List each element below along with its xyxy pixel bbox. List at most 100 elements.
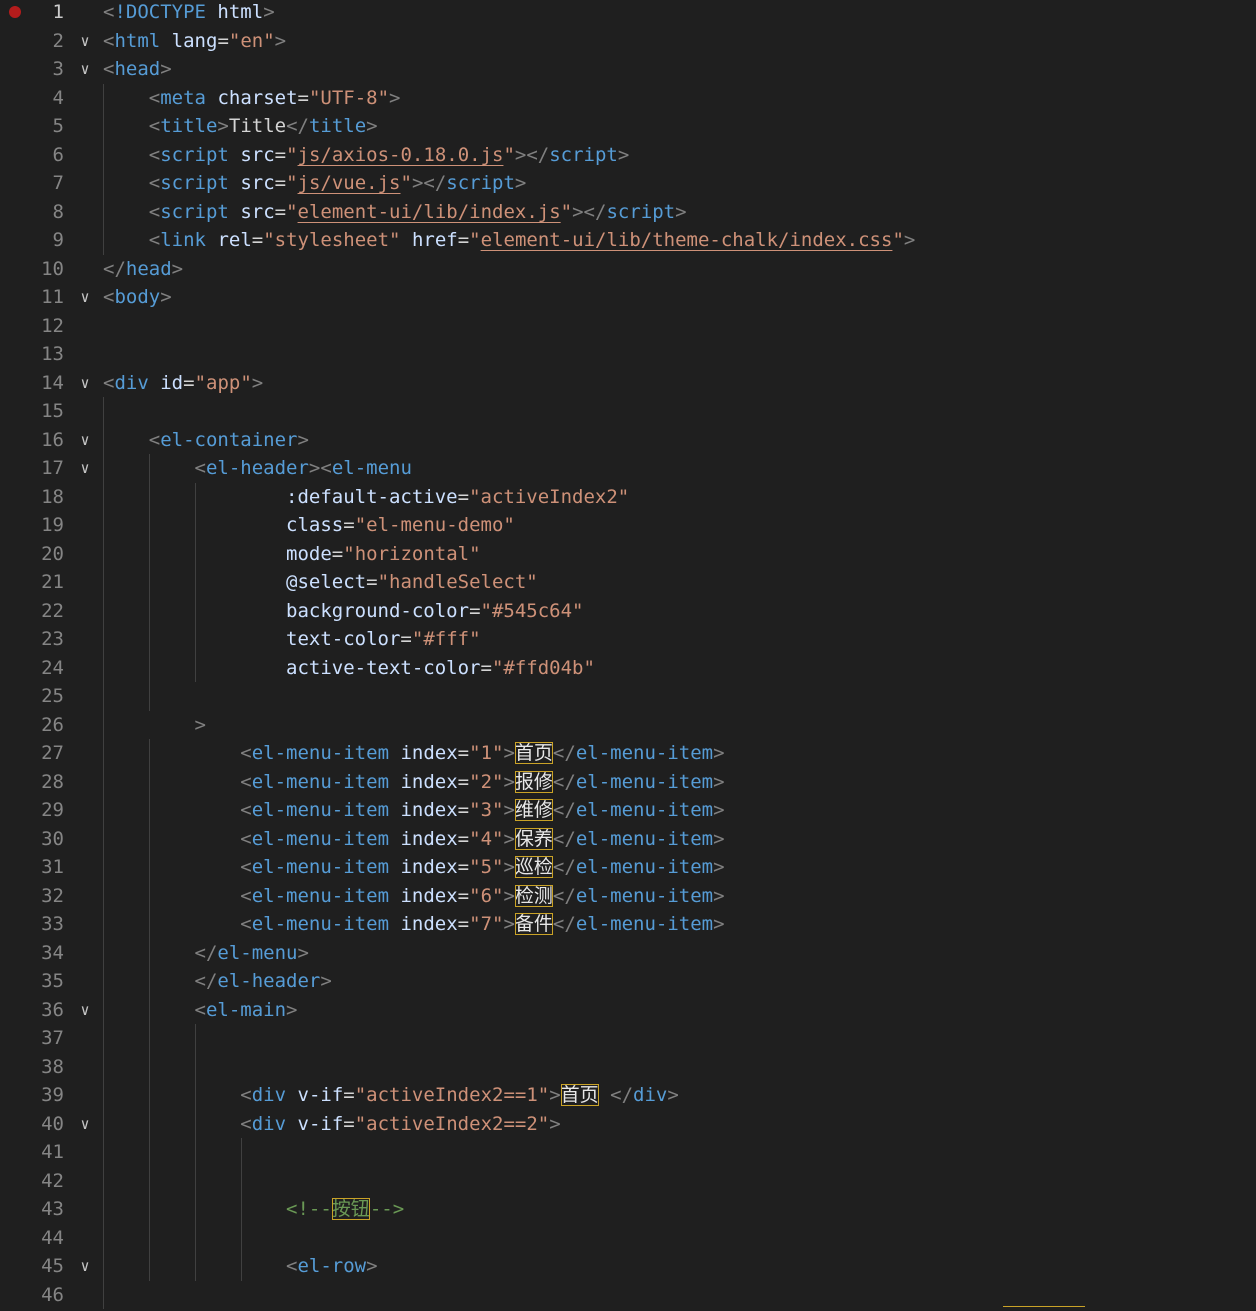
- line-number: 24: [41, 656, 64, 679]
- code-line[interactable]: 24 active-text-color="#ffd04b": [0, 653, 1256, 683]
- code-line[interactable]: 41: [0, 1138, 1256, 1167]
- code-text[interactable]: <title>Title</title>: [103, 112, 378, 141]
- code-text[interactable]: mode="horizontal": [103, 540, 481, 569]
- code-line[interactable]: 45 ∨ <el-row>: [0, 1252, 1256, 1281]
- code-line[interactable]: 32 <el-menu-item index="6">检测</el-menu-i…: [0, 881, 1256, 911]
- code-text[interactable]: <div v-if="activeIndex2==1">首页 </div>: [103, 1081, 679, 1110]
- line-number: 20: [41, 542, 64, 565]
- code-text[interactable]: @select="handleSelect": [103, 568, 538, 597]
- code-text[interactable]: <script src="element-ui/lib/index.js"></…: [103, 198, 687, 227]
- code-text[interactable]: <el-menu-item index="5">巡检</el-menu-item…: [103, 853, 725, 882]
- fold-chevron-icon[interactable]: ∨: [76, 283, 94, 312]
- code-line[interactable]: 15: [0, 397, 1256, 426]
- code-line[interactable]: 12: [0, 312, 1256, 341]
- code-text[interactable]: <el-menu-item index="7">备件</el-menu-item…: [103, 910, 725, 939]
- code-text[interactable]: <html lang="en">: [103, 27, 286, 56]
- code-text[interactable]: class="el-menu-demo": [103, 511, 515, 540]
- code-text[interactable]: <el-menu-item index="2">报修</el-menu-item…: [103, 768, 725, 797]
- breakpoint-icon[interactable]: [9, 6, 21, 18]
- fold-chevron-icon[interactable]: ∨: [76, 27, 94, 56]
- code-line[interactable]: 4 <meta charset="UTF-8">: [0, 83, 1256, 113]
- code-line[interactable]: 46: [0, 1280, 1256, 1309]
- code-line[interactable]: 19 class="el-menu-demo": [0, 511, 1256, 540]
- code-line[interactable]: 35 </el-header>: [0, 967, 1256, 996]
- code-line[interactable]: 23 text-color="#fff": [0, 625, 1256, 654]
- code-line[interactable]: 3 ∨ <head>: [0, 55, 1256, 84]
- line-number: 8: [52, 200, 64, 223]
- code-line[interactable]: 38: [0, 1052, 1256, 1081]
- code-text[interactable]: <el-menu-item index="3">维修</el-menu-item…: [103, 796, 725, 825]
- code-text[interactable]: <head>: [103, 55, 172, 84]
- code-line[interactable]: 40 ∨ <div v-if="activeIndex2==2">: [0, 1109, 1256, 1139]
- code-line[interactable]: 20 mode="horizontal": [0, 539, 1256, 569]
- code-text[interactable]: text-color="#fff": [103, 625, 480, 654]
- code-text[interactable]: <body>: [103, 283, 172, 312]
- code-line[interactable]: 43 <!--按钮-->: [0, 1195, 1256, 1224]
- code-line[interactable]: 18 :default-active="activeIndex2": [0, 482, 1256, 512]
- line-number: 6: [52, 143, 64, 166]
- code-line[interactable]: 31 <el-menu-item index="5">巡检</el-menu-i…: [0, 853, 1256, 882]
- code-line[interactable]: 1 <!DOCTYPE html>: [0, 0, 1256, 27]
- code-line[interactable]: 21 @select="handleSelect": [0, 568, 1256, 597]
- fold-chevron-icon[interactable]: ∨: [76, 426, 94, 455]
- fold-chevron-icon[interactable]: ∨: [76, 1252, 94, 1281]
- code-line[interactable]: 22 background-color="#545c64": [0, 596, 1256, 626]
- code-text[interactable]: <el-main>: [103, 996, 298, 1025]
- code-line[interactable]: 33 <el-menu-item index="7">备件</el-menu-i…: [0, 910, 1256, 939]
- code-line[interactable]: 26 >: [0, 710, 1256, 740]
- code-line[interactable]: 5 <title>Title</title>: [0, 112, 1256, 141]
- code-line[interactable]: 14 ∨ <div id="app">: [0, 369, 1256, 398]
- code-line[interactable]: 16 ∨ <el-container>: [0, 425, 1256, 455]
- code-text[interactable]: <!--按钮-->: [103, 1195, 404, 1224]
- code-line[interactable]: 17 ∨ <el-header><el-menu: [0, 454, 1256, 483]
- code-text[interactable]: <!DOCTYPE html>: [103, 0, 275, 27]
- code-line[interactable]: 25: [0, 682, 1256, 711]
- fold-chevron-icon[interactable]: ∨: [76, 55, 94, 84]
- code-line[interactable]: 9 <link rel="stylesheet" href="element-u…: [0, 226, 1256, 255]
- code-text[interactable]: <script src="js/vue.js"></script>: [103, 169, 527, 198]
- code-text[interactable]: </el-menu>: [103, 939, 309, 968]
- code-text[interactable]: <el-container>: [103, 426, 309, 455]
- code-line[interactable]: 11 ∨ <body>: [0, 283, 1256, 312]
- code-line[interactable]: 7 <script src="js/vue.js"></script>: [0, 169, 1256, 198]
- fold-chevron-icon[interactable]: ∨: [76, 369, 94, 398]
- code-text[interactable]: <el-header><el-menu: [103, 454, 412, 483]
- code-line[interactable]: 13: [0, 340, 1256, 369]
- code-text[interactable]: <el-menu-item index="6">检测</el-menu-item…: [103, 882, 725, 911]
- code-text[interactable]: </head>: [103, 255, 183, 284]
- code-line[interactable]: 8 <script src="element-ui/lib/index.js">…: [0, 197, 1256, 227]
- code-line[interactable]: 28 <el-menu-item index="2">报修</el-menu-i…: [0, 767, 1256, 797]
- code-line[interactable]: 2 ∨ <html lang="en">: [0, 27, 1256, 56]
- code-line[interactable]: 29 <el-menu-item index="3">维修</el-menu-i…: [0, 796, 1256, 825]
- fold-chevron-icon[interactable]: ∨: [76, 1110, 94, 1139]
- code-line[interactable]: 36 ∨ <el-main>: [0, 995, 1256, 1025]
- fold-chevron-icon[interactable]: ∨: [76, 454, 94, 483]
- code-text[interactable]: <el-menu-item index="1">首页</el-menu-item…: [103, 739, 725, 768]
- code-line[interactable]: 6 <script src="js/axios-0.18.0.js"></scr…: [0, 140, 1256, 170]
- code-text[interactable]: </el-header>: [103, 967, 332, 996]
- code-text[interactable]: <div v-if="activeIndex2==2">: [103, 1110, 560, 1139]
- fold-chevron-icon[interactable]: ∨: [76, 996, 94, 1025]
- code-text[interactable]: <div id="app">: [103, 369, 263, 398]
- code-text[interactable]: <script src="js/axios-0.18.0.js"></scrip…: [103, 141, 630, 170]
- indent-guide: [149, 682, 150, 711]
- code-text[interactable]: active-text-color="#ffd04b": [103, 654, 595, 683]
- code-line[interactable]: 42: [0, 1166, 1256, 1195]
- code-text[interactable]: <link rel="stylesheet" href="element-ui/…: [103, 226, 916, 255]
- code-text[interactable]: >: [103, 711, 206, 740]
- code-text[interactable]: <el-row>: [103, 1252, 378, 1281]
- code-line[interactable]: 27 <el-menu-item index="1">首页</el-menu-i…: [0, 739, 1256, 768]
- code-line[interactable]: 30 <el-menu-item index="4">保养</el-menu-i…: [0, 824, 1256, 854]
- code-token: >: [194, 713, 206, 736]
- code-line[interactable]: 44: [0, 1223, 1256, 1252]
- code-text[interactable]: :default-active="activeIndex2": [103, 483, 629, 512]
- code-line[interactable]: 34 </el-menu>: [0, 938, 1256, 968]
- code-line[interactable]: 37: [0, 1024, 1256, 1053]
- code-text[interactable]: background-color="#545c64": [103, 597, 583, 626]
- code-text[interactable]: <meta charset="UTF-8">: [103, 84, 401, 113]
- code-text[interactable]: <el-menu-item index="4">保养</el-menu-item…: [103, 825, 725, 854]
- code-editor[interactable]: 1 <!DOCTYPE html> 2 ∨ <html lang="en"> 3 ∨ <hea…: [0, 0, 1256, 1310]
- code-line[interactable]: 10 </head>: [0, 255, 1256, 284]
- code-line[interactable]: 39 <div v-if="activeIndex2==1">首页 </div>: [0, 1081, 1256, 1110]
